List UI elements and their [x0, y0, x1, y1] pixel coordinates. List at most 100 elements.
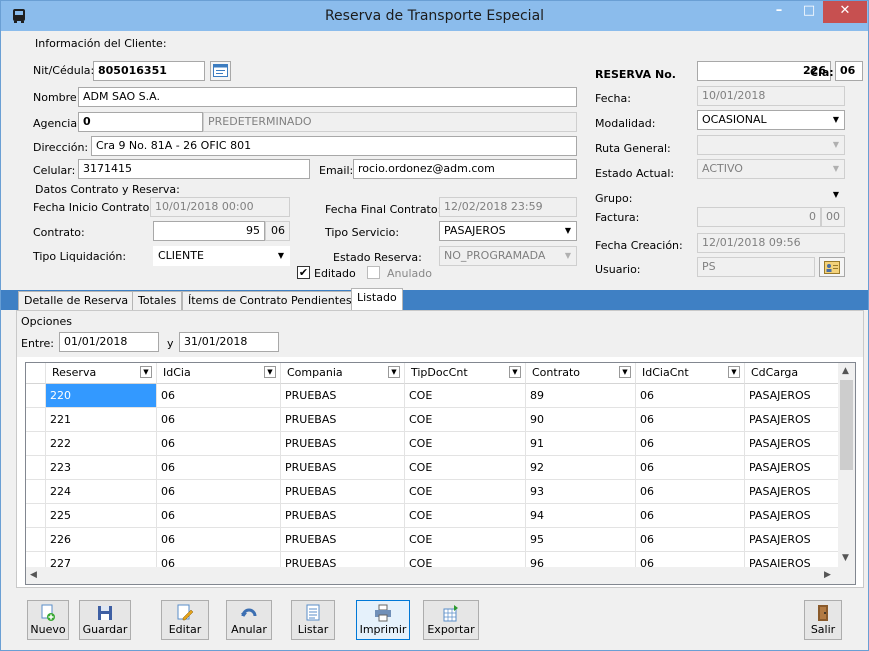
table-cell[interactable]: 223	[46, 456, 157, 480]
table-cell[interactable]: 95	[526, 528, 636, 552]
table-cell[interactable]: COE	[405, 528, 526, 552]
table-cell[interactable]: PRUEBAS	[281, 456, 405, 480]
column-header[interactable]: Reserva ▼	[46, 363, 157, 384]
row-header[interactable]	[26, 456, 46, 480]
table-cell[interactable]: 06	[636, 456, 745, 480]
table-cell[interactable]: 06	[157, 432, 281, 456]
table-cell[interactable]: COE	[405, 504, 526, 528]
tab-totales[interactable]: Totales	[132, 291, 183, 310]
table-cell[interactable]: COE	[405, 432, 526, 456]
table-cell[interactable]: 94	[526, 504, 636, 528]
contrato-field[interactable]: 95	[153, 221, 265, 241]
column-filter-icon[interactable]: ▼	[728, 366, 740, 378]
listado-grid[interactable]: Reserva ▼ IdCia ▼ Compania ▼ TipDocCnt ▼ Contrat…	[25, 362, 856, 585]
table-cell[interactable]: 06	[636, 408, 745, 432]
row-header[interactable]	[26, 432, 46, 456]
table-cell[interactable]: 06	[636, 528, 745, 552]
table-cell[interactable]: PRUEBAS	[281, 432, 405, 456]
table-cell[interactable]: 06	[157, 408, 281, 432]
table-cell[interactable]: 225	[46, 504, 157, 528]
editado-checkbox[interactable]: ✔	[297, 266, 310, 279]
nuevo-button[interactable]: Nuevo	[27, 600, 69, 640]
table-cell[interactable]: PRUEBAS	[281, 504, 405, 528]
maximize-button[interactable]: □	[795, 1, 823, 23]
column-header[interactable]: IdCiaCnt ▼	[636, 363, 745, 384]
close-button[interactable]: ✕	[823, 1, 867, 23]
title-bar[interactable]: Reserva de Transporte Especial – □ ✕	[1, 1, 868, 31]
salir-button[interactable]: Salir	[804, 600, 842, 640]
anulado-checkbox[interactable]	[367, 266, 380, 279]
row-header[interactable]	[26, 504, 46, 528]
modalidad-select[interactable]: OCASIONAL ▼	[697, 110, 845, 130]
row-header[interactable]	[26, 384, 46, 408]
anular-button[interactable]: Anular	[226, 600, 272, 640]
usuario-lookup-button[interactable]	[819, 257, 845, 277]
scroll-left-icon[interactable]: ◀	[30, 570, 37, 580]
email-field[interactable]: rocio.ordonez@adm.com	[353, 159, 577, 179]
cia-field[interactable]: 06	[835, 61, 863, 81]
exportar-button[interactable]: Exportar	[423, 600, 479, 640]
editar-button[interactable]: Editar	[161, 600, 209, 640]
table-cell[interactable]: 220	[46, 384, 157, 408]
tipo-liquidacion-select[interactable]: CLIENTE ▼	[153, 246, 290, 266]
nit-field[interactable]: 805016351	[93, 61, 205, 81]
grupo-select[interactable]: ▼	[697, 185, 845, 205]
horizontal-scrollbar[interactable]: ◀ ▶	[26, 567, 855, 584]
table-cell[interactable]: COE	[405, 456, 526, 480]
column-filter-icon[interactable]: ▼	[388, 366, 400, 378]
table-cell[interactable]: 06	[157, 384, 281, 408]
table-cell[interactable]: 221	[46, 408, 157, 432]
table-cell[interactable]: 222	[46, 432, 157, 456]
imprimir-button[interactable]: Imprimir	[356, 600, 410, 640]
nombre-field[interactable]: ADM SAO S.A.	[78, 87, 577, 107]
fecha-hasta-field[interactable]: 31/01/2018	[179, 332, 279, 352]
table-cell[interactable]: COE	[405, 480, 526, 504]
table-cell[interactable]: COE	[405, 384, 526, 408]
column-filter-icon[interactable]: ▼	[264, 366, 276, 378]
table-cell[interactable]: 06	[157, 528, 281, 552]
column-header[interactable]: Contrato ▼	[526, 363, 636, 384]
column-filter-icon[interactable]: ▼	[619, 366, 631, 378]
column-header[interactable]: IdCia ▼	[157, 363, 281, 384]
table-cell[interactable]: PRUEBAS	[281, 480, 405, 504]
listar-button[interactable]: Listar	[291, 600, 335, 640]
celular-field[interactable]: 3171415	[78, 159, 310, 179]
table-cell[interactable]: PRUEBAS	[281, 528, 405, 552]
table-cell[interactable]: 89	[526, 384, 636, 408]
table-cell[interactable]: 06	[636, 504, 745, 528]
tab-listado[interactable]: Listado	[351, 288, 403, 310]
column-filter-icon[interactable]: ▼	[140, 366, 152, 378]
tab-items-contrato[interactable]: Ítems de Contrato Pendientes	[182, 291, 358, 310]
table-cell[interactable]: PRUEBAS	[281, 408, 405, 432]
minimize-button[interactable]: –	[765, 1, 793, 23]
guardar-button[interactable]: Guardar	[79, 600, 131, 640]
scroll-down-icon[interactable]: ▼	[842, 553, 849, 563]
column-header[interactable]: Compania ▼	[281, 363, 405, 384]
vertical-scrollbar[interactable]: ▲ ▼	[838, 363, 855, 567]
table-cell[interactable]: 06	[157, 480, 281, 504]
table-cell[interactable]: 06	[636, 384, 745, 408]
table-cell[interactable]: 226	[46, 528, 157, 552]
tab-detalle-reserva[interactable]: Detalle de Reserva	[18, 291, 135, 310]
agencia-code-field[interactable]: 0	[78, 112, 203, 132]
tipo-servicio-select[interactable]: PASAJEROS ▼	[439, 221, 577, 241]
table-cell[interactable]: 06	[157, 456, 281, 480]
column-header[interactable]: TipDocCnt ▼	[405, 363, 526, 384]
scroll-thumb[interactable]	[840, 380, 853, 470]
direccion-field[interactable]: Cra 9 No. 81A - 26 OFIC 801	[91, 136, 577, 156]
table-cell[interactable]: 93	[526, 480, 636, 504]
scroll-up-icon[interactable]: ▲	[842, 366, 849, 376]
table-cell[interactable]: 224	[46, 480, 157, 504]
row-header[interactable]	[26, 480, 46, 504]
table-cell[interactable]: 92	[526, 456, 636, 480]
column-filter-icon[interactable]: ▼	[509, 366, 521, 378]
nit-lookup-button[interactable]	[210, 61, 231, 81]
table-cell[interactable]: 06	[157, 504, 281, 528]
row-header[interactable]	[26, 408, 46, 432]
row-header[interactable]	[26, 528, 46, 552]
table-cell[interactable]: PRUEBAS	[281, 384, 405, 408]
fecha-desde-field[interactable]: 01/01/2018	[59, 332, 159, 352]
table-cell[interactable]: 91	[526, 432, 636, 456]
table-cell[interactable]: 06	[636, 480, 745, 504]
table-cell[interactable]: COE	[405, 408, 526, 432]
